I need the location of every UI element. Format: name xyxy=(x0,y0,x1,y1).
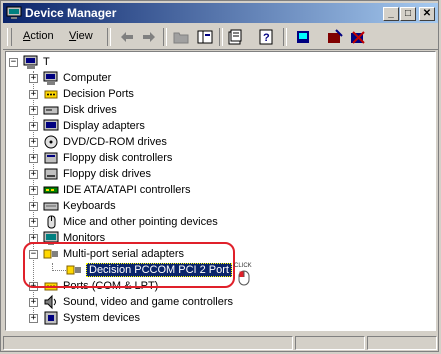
tree-item-mice-and-other-pointing-devices[interactable]: + Mice and other pointing devices xyxy=(29,214,218,230)
back-button[interactable] xyxy=(117,28,137,46)
floppy-drive-icon xyxy=(44,168,58,180)
expand-icon[interactable]: + xyxy=(29,169,38,179)
expand-icon[interactable]: + xyxy=(29,105,38,115)
ide-controller-icon xyxy=(43,186,59,194)
keyboard-icon xyxy=(43,202,59,211)
properties-button[interactable] xyxy=(225,28,245,46)
tree-item-label: Display adapters xyxy=(63,120,145,132)
expand-icon[interactable]: + xyxy=(29,297,38,307)
computer-icon xyxy=(23,55,38,69)
uninstall-button[interactable] xyxy=(348,28,368,46)
expand-icon[interactable]: + xyxy=(29,89,38,99)
tree-item-disk-drives[interactable]: + Disk drives xyxy=(29,102,117,118)
system-icon xyxy=(44,311,58,325)
tree-item-floppy-disk-drives[interactable]: + Floppy disk drives xyxy=(29,166,151,182)
collapse-icon[interactable]: − xyxy=(9,57,18,67)
tree-item-label: Floppy disk controllers xyxy=(63,152,173,164)
toolbar-separator xyxy=(107,28,111,46)
expand-icon[interactable]: + xyxy=(29,201,38,211)
scan-hardware-button[interactable] xyxy=(293,28,313,46)
sound-icon xyxy=(44,294,56,310)
tree-item-label: Mice and other pointing devices xyxy=(63,216,218,228)
update-driver-button[interactable] xyxy=(325,28,345,46)
computer-icon xyxy=(43,71,58,85)
expand-icon[interactable]: + xyxy=(29,153,38,163)
expand-icon[interactable]: + xyxy=(29,217,38,227)
expand-icon[interactable]: + xyxy=(29,313,38,323)
expand-icon[interactable]: + xyxy=(29,137,38,147)
tree-item-dvd-cd-rom-drives[interactable]: + DVD/CD-ROM drives xyxy=(29,134,167,150)
back-icon xyxy=(121,32,133,42)
status-pane-3 xyxy=(367,336,437,350)
up-folder-icon xyxy=(173,32,189,44)
update-driver-icon xyxy=(328,29,343,43)
mouse-icon xyxy=(47,215,56,229)
properties-icon xyxy=(228,29,242,45)
tree-item-system-devices[interactable]: + System devices xyxy=(29,310,140,326)
tree-item-label: System devices xyxy=(63,312,141,324)
tree-item-sound-video-and-game-controllers[interactable]: + Sound, video and game controllers xyxy=(29,294,233,310)
svg-text:?: ? xyxy=(263,32,270,44)
tree-item-label: Decision Ports xyxy=(63,88,134,100)
annotation-highlight xyxy=(23,242,235,288)
toolbar-separator xyxy=(163,28,167,46)
tree-item-label: Disk drives xyxy=(63,104,117,116)
status-bar xyxy=(3,335,438,351)
status-pane-2 xyxy=(295,336,365,350)
display-icon xyxy=(43,119,59,131)
menu-view[interactable]: View xyxy=(69,30,93,42)
expand-icon[interactable]: + xyxy=(29,73,38,83)
device-manager-window: Device Manager _ □ ✕ Action View ? − T +… xyxy=(0,0,439,352)
tree-item-display-adapters[interactable]: + Display adapters xyxy=(29,118,145,134)
scan-hardware-icon xyxy=(297,31,309,43)
help-button[interactable]: ? xyxy=(256,28,276,46)
toolbar-grip[interactable] xyxy=(7,28,12,46)
maximize-button[interactable]: □ xyxy=(400,7,416,21)
disk-drive-icon xyxy=(43,106,59,115)
help-icon: ? xyxy=(259,29,273,45)
device-manager-icon xyxy=(6,6,22,19)
window-title: Device Manager xyxy=(25,6,117,20)
mouse-icon xyxy=(238,270,250,286)
tree-item-label: Sound, video and game controllers xyxy=(63,296,233,308)
click-annotation: CLICK xyxy=(234,263,252,269)
port-icon xyxy=(44,90,58,99)
menu-toolbar: Action View ? xyxy=(3,25,438,50)
minimize-button[interactable]: _ xyxy=(383,7,399,21)
tree-item-label: Keyboards xyxy=(63,200,116,212)
tree-root-label: T xyxy=(43,56,50,68)
forward-icon xyxy=(143,32,155,42)
expand-icon[interactable]: + xyxy=(29,121,38,131)
tree-item-label: IDE ATA/ATAPI controllers xyxy=(63,184,191,196)
tree-root[interactable]: − T xyxy=(9,54,50,70)
show-hide-tree-icon xyxy=(197,30,213,44)
tree-item-label: Computer xyxy=(63,72,112,84)
menu-view-label: iew xyxy=(76,30,93,42)
close-button[interactable]: ✕ xyxy=(419,7,435,21)
cdrom-icon xyxy=(44,135,58,149)
show-hide-tree-button[interactable] xyxy=(195,28,215,46)
tree-item-ide-ata-atapi-controllers[interactable]: + IDE ATA/ATAPI controllers xyxy=(29,182,191,198)
tree-item-label: DVD/CD-ROM drives xyxy=(63,136,167,148)
forward-button[interactable] xyxy=(139,28,159,46)
up-button[interactable] xyxy=(171,28,191,46)
expand-icon[interactable]: + xyxy=(29,185,38,195)
tree-item-floppy-disk-controllers[interactable]: + Floppy disk controllers xyxy=(29,150,172,166)
status-pane-main xyxy=(3,336,293,350)
uninstall-icon xyxy=(351,31,365,44)
toolbar-separator xyxy=(283,28,287,46)
menu-action[interactable]: Action xyxy=(23,30,54,42)
menu-action-label: ction xyxy=(30,30,54,42)
title-bar[interactable]: Device Manager _ □ ✕ xyxy=(3,3,438,23)
tree-item-keyboards[interactable]: + Keyboards xyxy=(29,198,116,214)
floppy-controller-icon xyxy=(44,152,58,164)
toolbar-separator xyxy=(219,28,223,46)
tree-item-computer[interactable]: + Computer xyxy=(29,70,111,86)
tree-item-decision-ports[interactable]: + Decision Ports xyxy=(29,86,134,102)
tree-item-label: Floppy disk drives xyxy=(63,168,152,180)
device-tree[interactable]: − T + Computer + Decision Ports + Disk drives… xyxy=(5,51,436,331)
